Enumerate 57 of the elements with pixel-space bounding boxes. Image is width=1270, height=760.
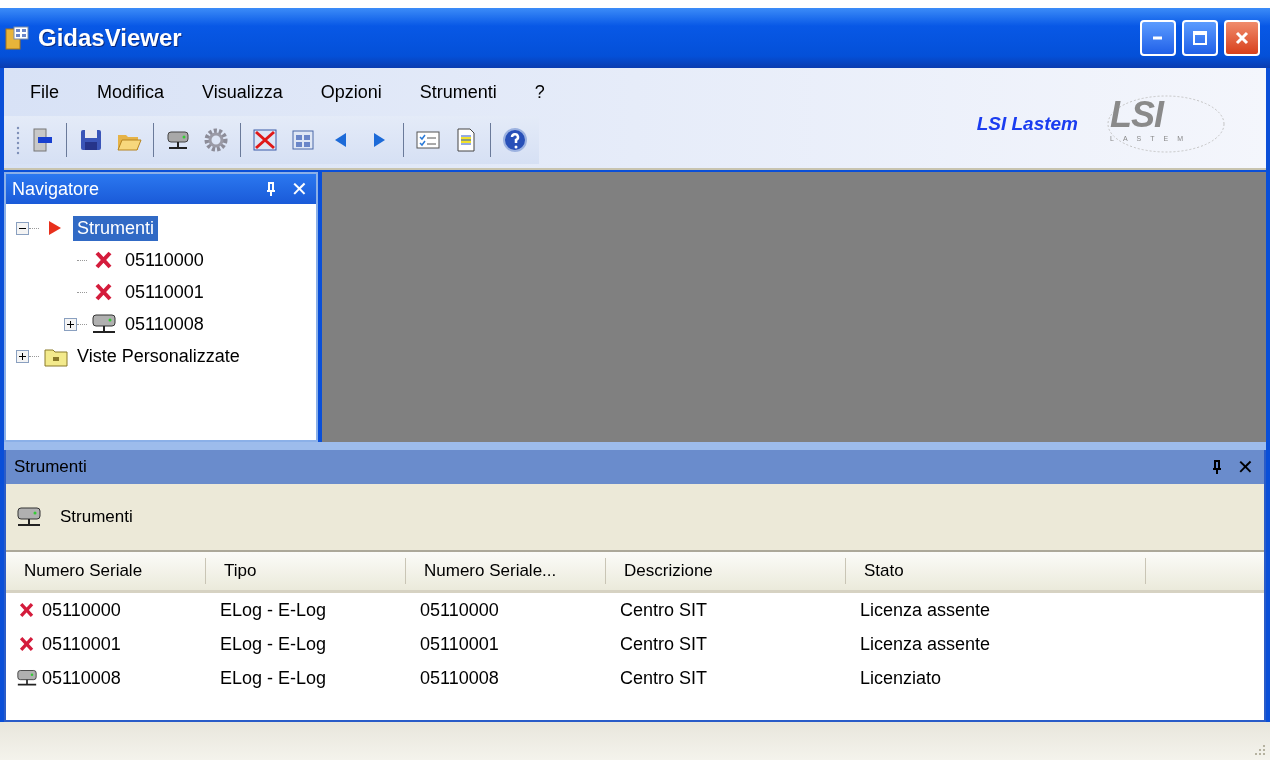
column-header[interactable]: Numero Seriale... bbox=[406, 558, 606, 584]
table-cell: ELog - E-Log bbox=[220, 667, 327, 689]
table-cell: ELog - E-Log bbox=[220, 633, 327, 655]
close-icon bbox=[1234, 30, 1250, 46]
column-header[interactable]: Descrizione bbox=[606, 558, 846, 584]
menu-item[interactable]: Visualizza bbox=[202, 81, 283, 103]
window-title: GidasViewer bbox=[38, 24, 183, 52]
table-cell: Centro SIT bbox=[620, 667, 708, 689]
column-header[interactable]: Tipo bbox=[206, 558, 406, 584]
tree-item[interactable]: Strumenti bbox=[73, 215, 159, 241]
close-button[interactable] bbox=[1224, 20, 1260, 56]
panel-title: Strumenti bbox=[14, 457, 88, 477]
table-cell: 05110001 bbox=[42, 633, 121, 655]
minimize-button[interactable] bbox=[1140, 20, 1176, 56]
gear-icon bbox=[202, 126, 230, 154]
collapse-icon[interactable] bbox=[16, 221, 29, 235]
table-cell: Centro SIT bbox=[620, 599, 708, 621]
tree-item[interactable]: 05110008 bbox=[121, 311, 208, 337]
device-icon bbox=[16, 668, 38, 688]
column-header[interactable]: Numero Seriale bbox=[6, 558, 206, 584]
menu-item[interactable]: Opzioni bbox=[320, 81, 382, 103]
brand-name: LSI Lastem bbox=[976, 113, 1078, 135]
tree-item[interactable]: 05110001 bbox=[121, 279, 208, 305]
table-cell: 05110001 bbox=[420, 633, 499, 655]
section-label: Strumenti bbox=[60, 507, 133, 527]
table-cell: 05110008 bbox=[42, 667, 121, 689]
column-header[interactable]: Stato bbox=[846, 558, 1146, 584]
pin-icon bbox=[265, 181, 277, 197]
x-icon bbox=[251, 126, 279, 154]
table-cell: ELog - E-Log bbox=[220, 599, 327, 621]
expand-icon[interactable] bbox=[64, 317, 77, 331]
close-button[interactable]: ✕ bbox=[1235, 455, 1256, 479]
app-icon bbox=[4, 25, 30, 51]
table-cell: Centro SIT bbox=[620, 633, 708, 655]
help-icon bbox=[501, 126, 529, 154]
tree-item[interactable]: Viste Personalizzate bbox=[73, 343, 244, 369]
menu-item[interactable]: ? bbox=[534, 81, 545, 103]
device-icon bbox=[16, 505, 42, 529]
menu-item[interactable]: Strumenti bbox=[419, 81, 497, 103]
maximize-button[interactable] bbox=[1182, 20, 1218, 56]
table-cell: Licenza assente bbox=[860, 599, 991, 621]
menu-item[interactable]: Modifica bbox=[97, 81, 165, 103]
minimize-icon bbox=[1153, 36, 1163, 40]
device-icon bbox=[91, 312, 117, 336]
expand-icon[interactable] bbox=[16, 349, 29, 363]
close-button[interactable]: ✕ bbox=[289, 177, 310, 201]
table-cell: 05110008 bbox=[420, 667, 499, 689]
panel-title: Navigatore bbox=[12, 178, 101, 200]
table-cell: Licenziato bbox=[860, 667, 942, 689]
menu-item[interactable]: File bbox=[30, 81, 59, 103]
pin-icon bbox=[1211, 459, 1223, 475]
resize-grip-icon bbox=[1252, 742, 1266, 756]
table-cell: Licenza assente bbox=[860, 633, 991, 655]
tree-item[interactable]: 05110000 bbox=[121, 247, 208, 273]
table-cell: 05110000 bbox=[420, 599, 499, 621]
maximize-icon bbox=[1192, 30, 1208, 46]
table-cell: 05110000 bbox=[42, 599, 121, 621]
